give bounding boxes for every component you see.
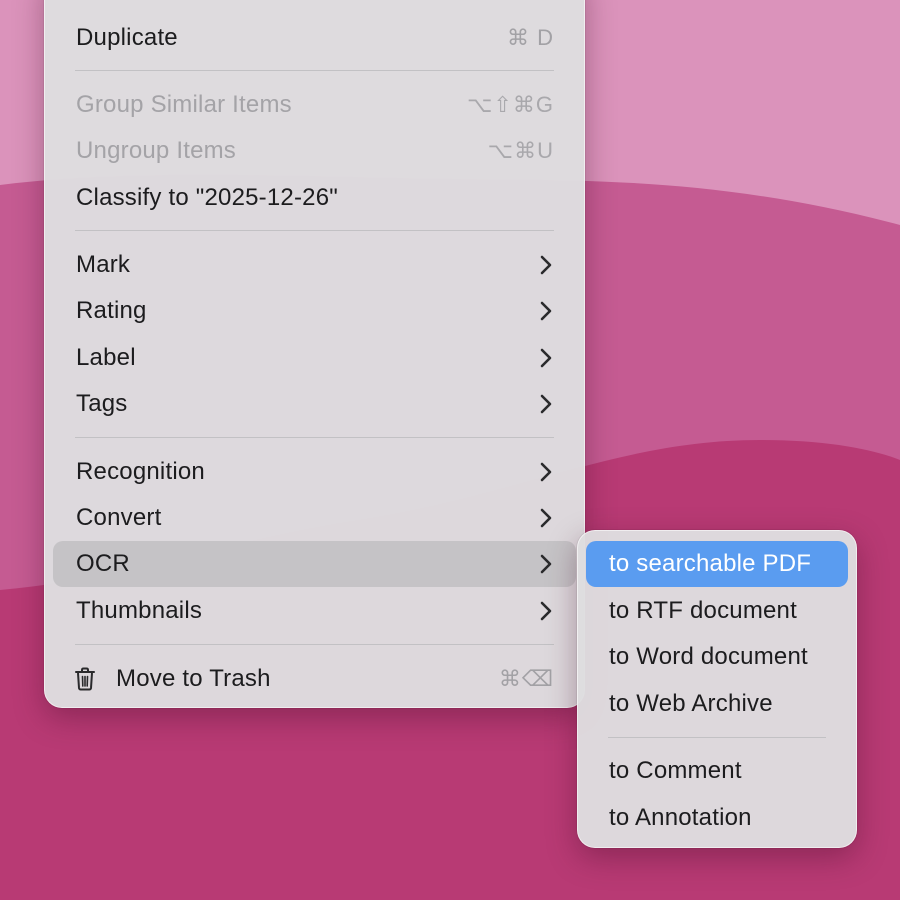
menu-item-label: Ungroup Items <box>76 137 237 164</box>
submenu-item-to-searchable-pdf[interactable]: to searchable PDF <box>586 541 848 587</box>
submenu-item-label: to Word document <box>609 643 808 670</box>
chevron-right-icon <box>538 394 554 414</box>
menu-item-label: Tags <box>76 390 128 417</box>
shortcut-label: ⌘⌫ <box>498 666 554 691</box>
chevron-right-icon <box>538 462 554 482</box>
chevron-right-icon <box>538 255 554 275</box>
submenu-separator <box>608 737 826 738</box>
menu-separator <box>75 70 554 71</box>
menu-item-thumbnails[interactable]: Thumbnails <box>53 588 576 634</box>
submenu-item-label: to Annotation <box>609 804 752 831</box>
menu-item-label: Classify to "2025-12-26" <box>76 184 338 211</box>
trash-icon <box>74 666 100 692</box>
menu-item-convert[interactable]: Convert <box>53 495 576 541</box>
menu-item-label: Thumbnails <box>76 597 203 624</box>
menu-item-ungroup-items: Ungroup Items ⌥⌘U <box>53 128 576 174</box>
menu-item-tags[interactable]: Tags <box>53 381 576 427</box>
menu-item-classify[interactable]: Classify to "2025-12-26" <box>53 175 576 221</box>
menu-item-mark[interactable]: Mark <box>53 242 576 288</box>
ocr-submenu: to searchable PDF to RTF document to Wor… <box>577 530 857 848</box>
chevron-right-icon <box>538 301 554 321</box>
menu-item-duplicate[interactable]: Duplicate ⌘ D <box>53 15 576 61</box>
shortcut-label: ⌘ D <box>507 25 554 50</box>
menu-item-move-to-trash[interactable]: Move to Trash ⌘⌫ <box>53 656 576 702</box>
menu-separator <box>75 644 554 645</box>
submenu-item-label: to Web Archive <box>609 690 773 717</box>
menu-item-label: OCR <box>76 550 130 577</box>
submenu-item-label: to searchable PDF <box>609 550 812 577</box>
shortcut-label: ⌥⇧⌘G <box>467 92 554 117</box>
menu-separator <box>75 437 554 438</box>
menu-separator <box>75 230 554 231</box>
submenu-item-label: to Comment <box>609 757 742 784</box>
submenu-item-to-annotation[interactable]: to Annotation <box>586 795 848 841</box>
menu-item-group-similar-items: Group Similar Items ⌥⇧⌘G <box>53 82 576 128</box>
chevron-right-icon <box>538 554 554 574</box>
context-menu: Duplicate ⌘ D Group Similar Items ⌥⇧⌘G U… <box>44 0 585 708</box>
menu-item-label: Group Similar Items <box>76 91 292 118</box>
menu-item-label-submenu[interactable]: Label <box>53 335 576 381</box>
menu-item-label: Rating <box>76 297 147 324</box>
submenu-item-to-rtf-document[interactable]: to RTF document <box>586 588 848 634</box>
submenu-item-to-word-document[interactable]: to Word document <box>586 634 848 680</box>
menu-item-rating[interactable]: Rating <box>53 288 576 334</box>
shortcut-label: ⌥⌘U <box>487 138 554 163</box>
menu-item-recognition[interactable]: Recognition <box>53 449 576 495</box>
menu-item-label: Duplicate <box>76 24 178 51</box>
submenu-item-to-comment[interactable]: to Comment <box>586 748 848 794</box>
menu-item-label: Recognition <box>76 458 205 485</box>
chevron-right-icon <box>538 348 554 368</box>
submenu-item-label: to RTF document <box>609 597 797 624</box>
menu-item-label: Label <box>76 344 136 371</box>
menu-item-label: Mark <box>76 251 131 278</box>
submenu-item-to-web-archive[interactable]: to Web Archive <box>586 681 848 727</box>
menu-item-label: Move to Trash <box>116 665 271 692</box>
menu-item-ocr[interactable]: OCR <box>53 541 576 587</box>
menu-item-label: Convert <box>76 504 162 531</box>
chevron-right-icon <box>538 601 554 621</box>
chevron-right-icon <box>538 508 554 528</box>
